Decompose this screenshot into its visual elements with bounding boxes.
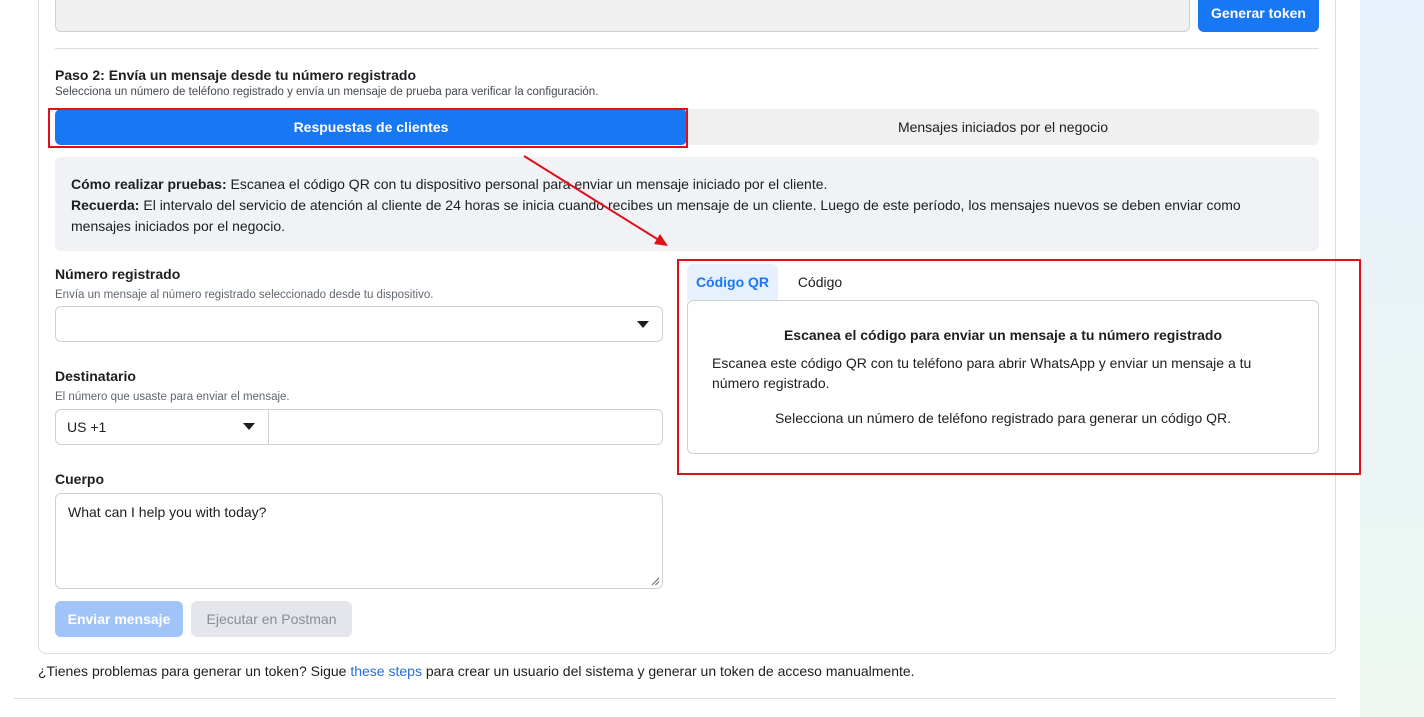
testing-info-box: Cómo realizar pruebas: Escanea el código… xyxy=(55,157,1319,251)
chevron-down-icon xyxy=(243,423,255,430)
generate-token-button[interactable]: Generar token xyxy=(1198,0,1319,32)
info-how-to-text: Escanea el código QR con tu dispositivo … xyxy=(226,176,828,192)
step2-subtitle: Selecciona un número de teléfono registr… xyxy=(55,86,599,98)
body-label: Cuerpo xyxy=(55,471,104,487)
chevron-down-icon xyxy=(637,321,649,328)
message-body-textarea[interactable]: What can I help you with today? xyxy=(55,493,663,589)
access-token-field[interactable] xyxy=(55,0,1190,32)
footer-text-before: ¿Tienes problemas para generar un token?… xyxy=(38,663,351,679)
annotation-highlight-tab xyxy=(48,108,688,148)
info-remember-text: El intervalo del servicio de atención al… xyxy=(71,197,1241,234)
step2-title: Paso 2: Envía un mensaje desde tu número… xyxy=(55,67,416,83)
these-steps-link[interactable]: these steps xyxy=(350,663,422,679)
registered-number-help: Envía un mensaje al número registrado se… xyxy=(55,289,434,301)
phone-number-input[interactable] xyxy=(270,410,662,444)
info-line-2: Recuerda: El intervalo del servicio de a… xyxy=(71,195,1303,237)
tab-business-initiated[interactable]: Mensajes iniciados por el negocio xyxy=(687,109,1319,145)
registered-number-label: Número registrado xyxy=(55,266,181,282)
section-divider xyxy=(55,48,1319,49)
info-line-1: Cómo realizar pruebas: Escanea el código… xyxy=(71,174,1303,195)
recipient-phone-field: US +1 xyxy=(55,409,663,445)
page-side-background xyxy=(1360,0,1424,717)
info-remember-label: Recuerda: xyxy=(71,197,140,213)
resize-handle-icon[interactable] xyxy=(651,577,660,586)
footer-text-after: para crear un usuario del sistema y gene… xyxy=(421,663,915,679)
registered-number-select[interactable] xyxy=(55,306,663,342)
run-in-postman-button[interactable]: Ejecutar en Postman xyxy=(191,601,352,637)
recipient-label: Destinatario xyxy=(55,368,136,384)
message-body-value: What can I help you with today? xyxy=(68,504,267,520)
info-how-to-label: Cómo realizar pruebas: xyxy=(71,176,227,192)
annotation-highlight-qr xyxy=(677,259,1361,475)
recipient-help: El número que usaste para enviar el mens… xyxy=(55,391,290,403)
country-code-select[interactable]: US +1 xyxy=(56,410,269,444)
country-code-value: US +1 xyxy=(67,419,107,435)
bottom-divider xyxy=(14,698,1336,699)
token-help-footer: ¿Tienes problemas para generar un token?… xyxy=(38,663,915,679)
send-message-button[interactable]: Enviar mensaje xyxy=(55,601,183,637)
